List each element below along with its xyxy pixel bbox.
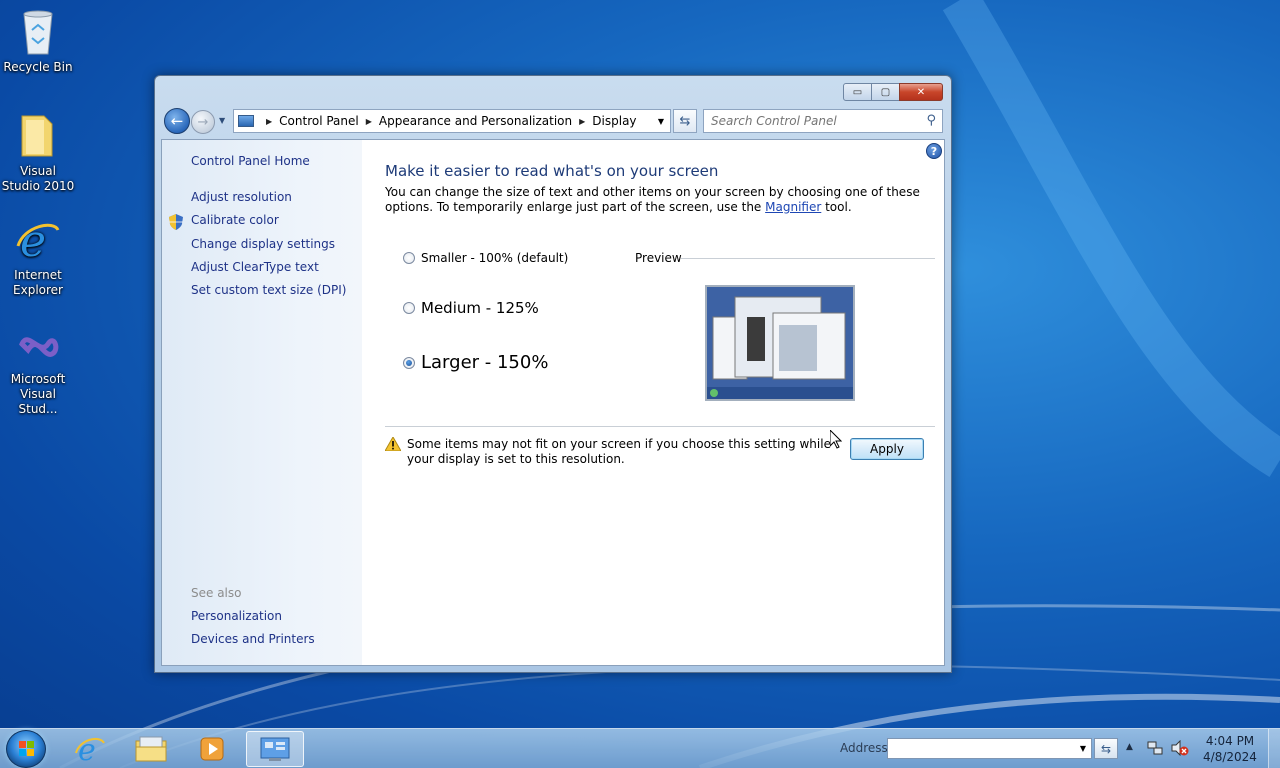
windows-logo-icon [19,741,34,756]
preview-label: Preview [635,251,682,265]
change-display-settings-link[interactable]: Change display settings [191,237,335,251]
breadcrumb-appearance[interactable]: Appearance and Personalization [379,114,572,128]
divider [681,258,935,259]
start-button[interactable] [6,730,46,768]
volume-muted-icon[interactable] [1171,740,1189,756]
desktop-icon-microsoft-visual-studio[interactable]: Microsoft Visual Stud... [0,320,76,417]
chevron-right-icon[interactable]: ▶ [579,117,585,126]
search-icon[interactable]: ⚲ [926,113,936,128]
address-toolbar-label: Address [840,741,888,755]
chevron-right-icon[interactable]: ▶ [266,117,272,126]
adjust-resolution-link[interactable]: Adjust resolution [191,190,292,204]
desktop-icon-label: Recycle Bin [3,60,73,74]
refresh-button[interactable]: ⇆ [673,109,697,133]
desktop-icon-recycle-bin[interactable]: Recycle Bin [0,8,76,75]
close-button[interactable]: ✕ [899,83,943,101]
warning-icon [385,437,401,451]
desktop-icon-label: Visual Studio 2010 [1,164,75,193]
refresh-icon: ⇆ [679,113,691,129]
shield-icon [169,214,183,230]
chevron-down-icon[interactable]: ▼ [652,117,670,126]
see-also-heading: See also [191,586,242,600]
taskbar-internet-explorer[interactable]: e [61,731,119,767]
page-description: You can change the size of text and othe… [385,185,920,214]
media-player-icon [200,737,224,761]
adjust-cleartype-link[interactable]: Adjust ClearType text [191,260,319,274]
mouse-cursor-icon [830,430,842,449]
windows-explorer-icon [135,736,167,762]
option-label: Smaller - 100% (default) [421,251,569,265]
minimize-button[interactable]: ▭ [843,83,872,101]
breadcrumb-control-panel[interactable]: Control Panel [279,114,359,128]
calibrate-color-link[interactable]: Calibrate color [191,213,279,227]
search-input[interactable] [711,114,916,128]
option-label: Larger - 150% [421,352,549,373]
folder-icon [14,112,62,160]
radio-button[interactable] [403,252,415,264]
option-label: Medium - 125% [421,299,539,317]
search-box[interactable]: ⚲ [703,109,943,133]
svg-text:e: e [78,733,96,765]
preview-thumbnail-icon [707,287,853,399]
desktop-icon-label: Microsoft Visual Stud... [10,372,66,416]
control-panel-icon [238,115,254,127]
back-button[interactable]: ← [164,108,190,134]
arrow-right-icon: → [197,114,209,130]
chevron-right-icon[interactable]: ▶ [366,117,372,126]
control-panel-icon [260,737,290,761]
clock-time: 4:04 PM [1205,734,1255,748]
left-pane: Control Panel Home Adjust resolution Cal… [162,140,362,665]
set-custom-text-size-link[interactable]: Set custom text size (DPI) [191,283,346,297]
radio-button[interactable] [403,302,415,314]
clock-date: 4/8/2024 [1203,750,1257,764]
internet-explorer-icon: e [75,733,105,765]
taskbar-media-player[interactable] [183,731,241,767]
desktop-icon-internet-explorer[interactable]: e Internet Explorer [0,216,76,298]
go-arrows-icon: ⇆ [1100,741,1112,756]
show-desktop-button[interactable] [1268,729,1280,768]
help-icon[interactable]: ? [926,143,942,159]
internet-explorer-icon: e [14,216,62,267]
recent-pages-dropdown[interactable]: ▼ [219,116,225,125]
option-medium[interactable]: Medium - 125% [403,299,539,317]
option-larger[interactable]: Larger - 150% [403,352,548,373]
address-bar[interactable]: ▶ Control Panel ▶ Appearance and Persona… [233,109,671,133]
show-hidden-icons-button[interactable]: ▲ [1126,742,1133,752]
devices-and-printers-link[interactable]: Devices and Printers [191,632,315,646]
page-title: Make it easier to read what's on your sc… [385,162,719,180]
maximize-button[interactable]: ▢ [871,83,900,101]
magnifier-link[interactable]: Magnifier [765,200,821,214]
arrow-left-icon: ← [170,112,184,130]
radio-button-selected[interactable] [403,356,415,369]
desktop-icon-label: Internet Explorer [13,268,63,297]
forward-button[interactable]: → [191,110,215,134]
address-toolbar-field[interactable]: ▼ [887,738,1092,759]
personalization-link[interactable]: Personalization [191,609,282,623]
taskbar-windows-explorer[interactable] [122,731,180,767]
control-panel-home-link[interactable]: Control Panel Home [191,154,310,168]
taskbar: e Address ▼ ⇆ ▲ 4:04 PM 4/8/2024 [0,728,1280,768]
window-content: Control Panel Home Adjust resolution Cal… [161,139,945,666]
svg-text:e: e [20,216,46,264]
network-icon[interactable] [1147,740,1163,756]
visual-studio-icon [14,320,62,368]
main-pane: ? Make it easier to read what's on your … [362,140,944,665]
display-window: ▭ ▢ ✕ ← → ▼ ▶ Control Panel ▶ Appearance… [154,75,952,673]
navigation-bar: ← → ▼ ▶ Control Panel ▶ Appearance and P… [161,107,945,135]
chevron-down-icon[interactable]: ▼ [1075,744,1091,753]
divider [385,426,935,427]
address-go-button[interactable]: ⇆ [1094,738,1118,759]
desktop-icon-visual-studio-2010[interactable]: Visual Studio 2010 [0,112,76,194]
apply-button[interactable]: Apply [850,438,924,460]
option-smaller[interactable]: Smaller - 100% (default) [403,251,568,265]
preview-image [705,285,855,401]
system-clock[interactable]: 4:04 PM 4/8/2024 [1196,733,1264,765]
warning-text: Some items may not fit on your screen if… [407,437,831,466]
recycle-bin-icon [14,8,62,56]
taskbar-control-panel[interactable] [246,731,304,767]
window-controls: ▭ ▢ ✕ [843,83,943,101]
breadcrumb-display[interactable]: Display [592,114,636,128]
